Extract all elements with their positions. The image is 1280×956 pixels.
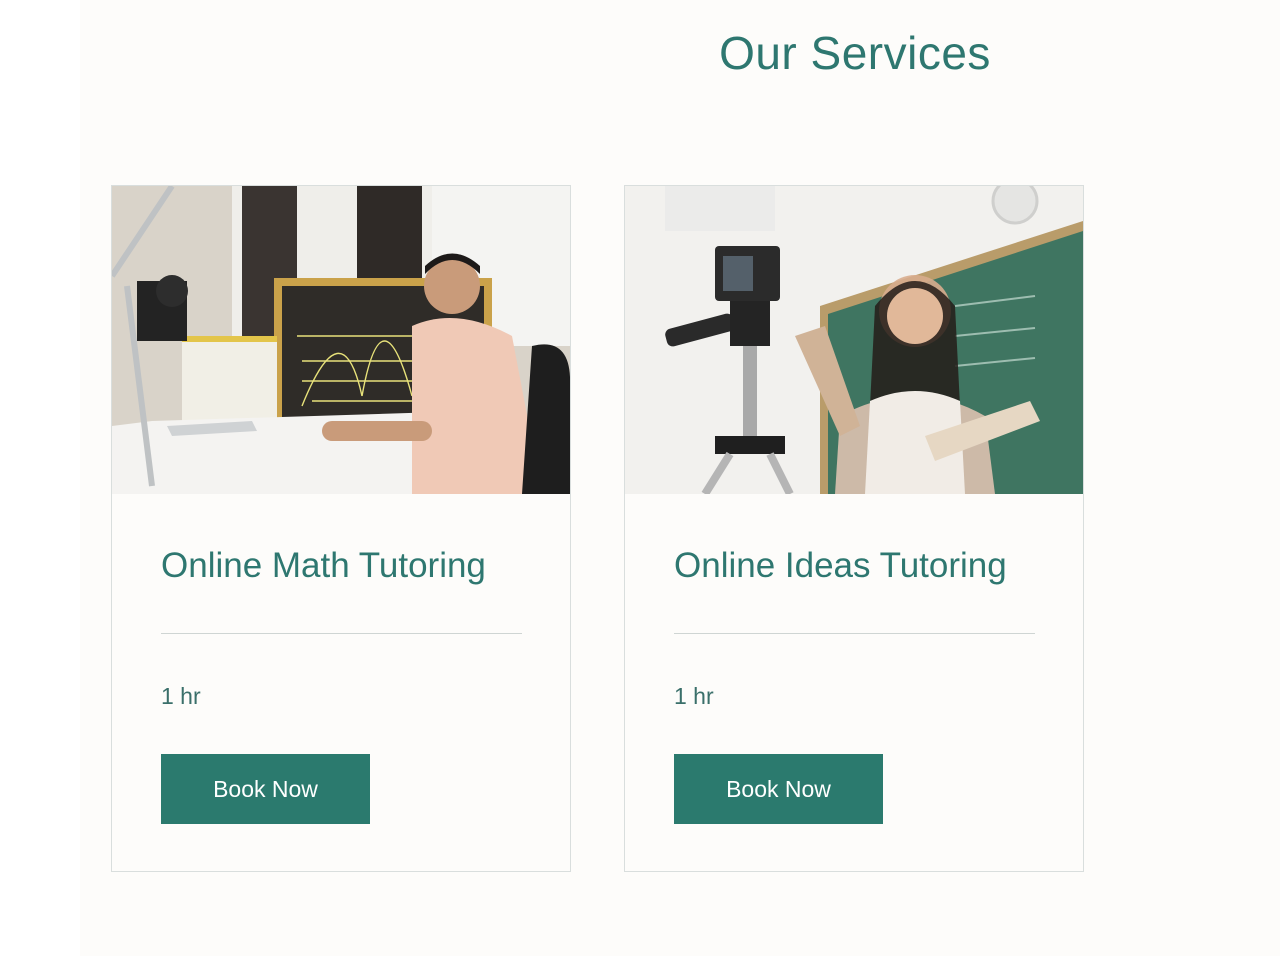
divider	[674, 633, 1035, 634]
ideas-tutor-photo[interactable]	[625, 186, 1083, 494]
service-title[interactable]: Online Ideas Tutoring	[674, 546, 1007, 586]
book-now-button[interactable]: Book Now	[674, 754, 883, 824]
math-tutor-photo[interactable]	[112, 186, 570, 494]
service-card: Online Ideas Tutoring 1 hr Book Now	[624, 185, 1084, 872]
book-now-button[interactable]: Book Now	[161, 754, 370, 824]
left-margin	[0, 0, 80, 956]
service-duration: 1 hr	[161, 683, 201, 709]
service-title[interactable]: Online Math Tutoring	[161, 546, 486, 586]
service-duration: 1 hr	[674, 683, 714, 709]
divider	[161, 633, 522, 634]
services-page: Our Services Online Math Tutoring 1 hr B…	[0, 0, 1280, 956]
section-title: Our Services	[719, 27, 991, 79]
service-card: Online Math Tutoring 1 hr Book Now	[111, 185, 571, 872]
